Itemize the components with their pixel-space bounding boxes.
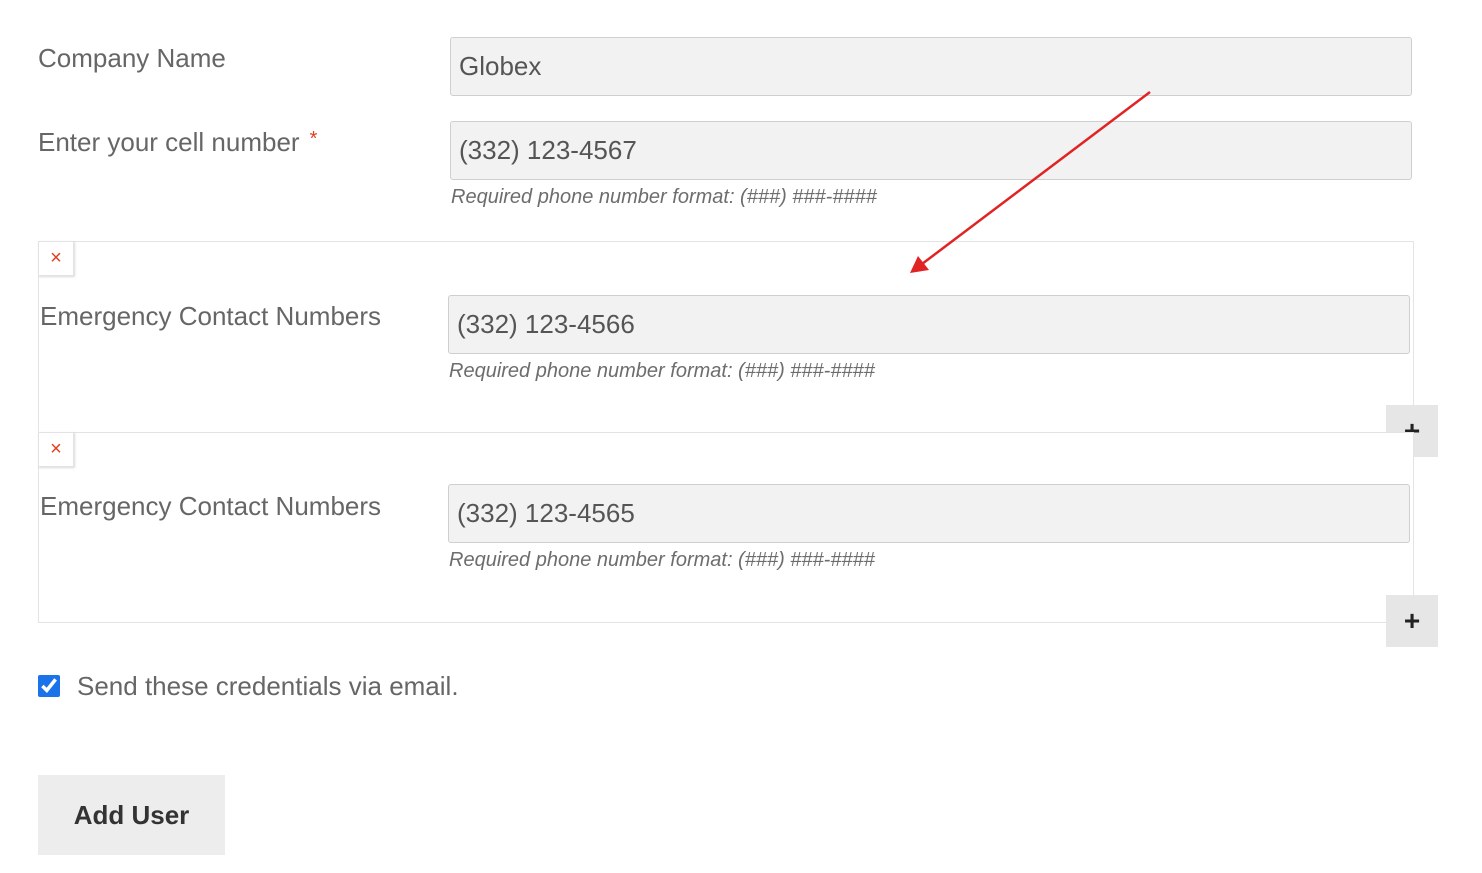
emergency-contact-hint: Required phone number format: (###) ###-… xyxy=(449,549,875,571)
cell-number-input[interactable] xyxy=(450,121,1412,180)
emergency-contact-input[interactable] xyxy=(448,484,1410,543)
cell-number-label-text: Enter your cell number xyxy=(38,127,300,157)
add-emergency-contact-button[interactable]: + xyxy=(1386,595,1438,647)
required-marker: * xyxy=(309,128,318,150)
emergency-contact-hint: Required phone number format: (###) ###-… xyxy=(449,360,875,382)
close-icon: × xyxy=(50,247,62,269)
emergency-contact-label: Emergency Contact Numbers xyxy=(40,491,382,521)
send-credentials-label[interactable]: Send these credentials via email. xyxy=(77,671,459,702)
remove-emergency-contact-button[interactable]: × xyxy=(38,241,74,276)
close-icon: × xyxy=(50,438,62,460)
emergency-contact-label: Emergency Contact Numbers xyxy=(40,301,382,331)
emergency-contact-input[interactable] xyxy=(448,295,1410,354)
plus-icon: + xyxy=(1403,605,1421,636)
add-user-button[interactable]: Add User xyxy=(38,775,225,855)
company-name-label: Company Name xyxy=(38,43,226,73)
cell-number-hint: Required phone number format: (###) ###-… xyxy=(451,186,877,208)
company-name-input[interactable] xyxy=(450,37,1412,96)
remove-emergency-contact-button[interactable]: × xyxy=(38,432,74,467)
cell-number-label: Enter your cell number * xyxy=(38,127,317,158)
send-credentials-checkbox[interactable] xyxy=(38,675,60,697)
